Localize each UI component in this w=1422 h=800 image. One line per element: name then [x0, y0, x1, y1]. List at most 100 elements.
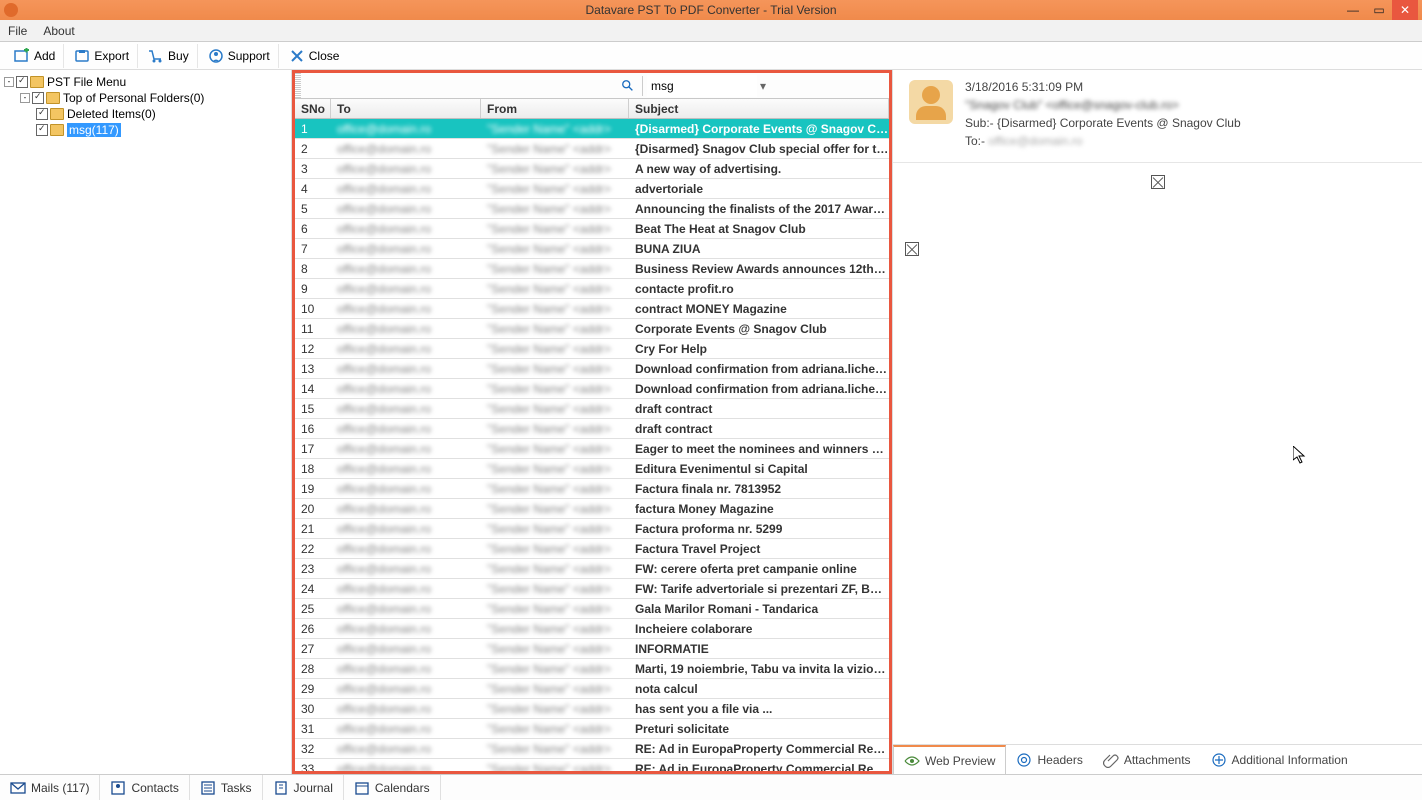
grid-header: SNo To From Subject — [295, 99, 889, 119]
tasks-icon — [200, 780, 216, 796]
folder-icon — [46, 92, 60, 104]
cell-subject: INFORMATIE — [629, 642, 889, 656]
cell-from: "Sender Name" <addr> — [481, 762, 629, 772]
collapse-icon[interactable]: - — [20, 93, 30, 103]
table-row[interactable]: 33office@domain.ro"Sender Name" <addr>RE… — [295, 759, 889, 771]
cell-sno: 2 — [295, 142, 331, 156]
table-row[interactable]: 5office@domain.ro"Sender Name" <addr>Ann… — [295, 199, 889, 219]
table-row[interactable]: 30office@domain.ro"Sender Name" <addr>ha… — [295, 699, 889, 719]
table-row[interactable]: 10office@domain.ro"Sender Name" <addr>co… — [295, 299, 889, 319]
cell-sno: 10 — [295, 302, 331, 316]
col-to[interactable]: To — [331, 99, 481, 118]
buy-icon — [148, 48, 164, 64]
export-button[interactable]: Export — [66, 44, 138, 68]
table-row[interactable]: 27office@domain.ro"Sender Name" <addr>IN… — [295, 639, 889, 659]
cell-subject: factura Money Magazine — [629, 502, 889, 516]
table-row[interactable]: 25office@domain.ro"Sender Name" <addr>Ga… — [295, 599, 889, 619]
menu-about[interactable]: About — [43, 24, 74, 38]
cell-sno: 20 — [295, 502, 331, 516]
cell-from: "Sender Name" <addr> — [481, 482, 629, 496]
btab-contacts[interactable]: Contacts — [100, 775, 189, 800]
grid-body[interactable]: 1office@domain.ro"Sender Name" <addr>{Di… — [295, 119, 889, 771]
minimize-button[interactable]: — — [1340, 0, 1366, 20]
calendar-icon — [354, 780, 370, 796]
cell-subject: Preturi solicitate — [629, 722, 889, 736]
table-row[interactable]: 15office@domain.ro"Sender Name" <addr>dr… — [295, 399, 889, 419]
cell-sno: 28 — [295, 662, 331, 676]
close-app-button[interactable]: Close — [281, 44, 348, 68]
table-row[interactable]: 23office@domain.ro"Sender Name" <addr>FW… — [295, 559, 889, 579]
cell-from: "Sender Name" <addr> — [481, 222, 629, 236]
cell-sno: 31 — [295, 722, 331, 736]
table-row[interactable]: 17office@domain.ro"Sender Name" <addr>Ea… — [295, 439, 889, 459]
table-row[interactable]: 21office@domain.ro"Sender Name" <addr>Fa… — [295, 519, 889, 539]
dropdown-icon[interactable]: ▾ — [757, 76, 769, 96]
table-row[interactable]: 28office@domain.ro"Sender Name" <addr>Ma… — [295, 659, 889, 679]
menu-file[interactable]: File — [8, 24, 27, 38]
cell-from: "Sender Name" <addr> — [481, 682, 629, 696]
table-row[interactable]: 11office@domain.ro"Sender Name" <addr>Co… — [295, 319, 889, 339]
cell-to: office@domain.ro — [331, 582, 481, 596]
table-row[interactable]: 13office@domain.ro"Sender Name" <addr>Do… — [295, 359, 889, 379]
table-row[interactable]: 6office@domain.ro"Sender Name" <addr>Bea… — [295, 219, 889, 239]
tab-headers[interactable]: Headers — [1006, 745, 1092, 774]
tree-top-folders[interactable]: - Top of Personal Folders(0) — [2, 90, 289, 106]
btab-calendars[interactable]: Calendars — [344, 775, 441, 800]
tab-additional-info[interactable]: Additional Information — [1201, 745, 1358, 774]
btab-journal[interactable]: Journal — [263, 775, 344, 800]
maximize-button[interactable]: ▭ — [1366, 0, 1392, 20]
tab-attachments[interactable]: Attachments — [1093, 745, 1201, 774]
checkbox-icon[interactable] — [36, 124, 48, 136]
table-row[interactable]: 9office@domain.ro"Sender Name" <addr>con… — [295, 279, 889, 299]
cell-sno: 6 — [295, 222, 331, 236]
table-row[interactable]: 3office@domain.ro"Sender Name" <addr>A n… — [295, 159, 889, 179]
table-row[interactable]: 16office@domain.ro"Sender Name" <addr>dr… — [295, 419, 889, 439]
table-row[interactable]: 22office@domain.ro"Sender Name" <addr>Fa… — [295, 539, 889, 559]
table-row[interactable]: 12office@domain.ro"Sender Name" <addr>Cr… — [295, 339, 889, 359]
table-row[interactable]: 24office@domain.ro"Sender Name" <addr>FW… — [295, 579, 889, 599]
table-row[interactable]: 4office@domain.ro"Sender Name" <addr>adv… — [295, 179, 889, 199]
add-button[interactable]: Add — [6, 44, 64, 68]
table-row[interactable]: 18office@domain.ro"Sender Name" <addr>Ed… — [295, 459, 889, 479]
btab-tasks[interactable]: Tasks — [190, 775, 263, 800]
tree-msg[interactable]: msg(117) — [2, 122, 289, 138]
collapse-icon[interactable]: - — [4, 77, 14, 87]
tree-deleted-items[interactable]: Deleted Items(0) — [2, 106, 289, 122]
preview-header: 3/18/2016 5:31:09 PM "Snagov Club" <offi… — [893, 70, 1422, 163]
btab-mails[interactable]: Mails (117) — [0, 775, 100, 800]
cell-to: office@domain.ro — [331, 162, 481, 176]
cell-to: office@domain.ro — [331, 682, 481, 696]
cell-from: "Sender Name" <addr> — [481, 582, 629, 596]
table-row[interactable]: 19office@domain.ro"Sender Name" <addr>Fa… — [295, 479, 889, 499]
search-input[interactable] — [647, 75, 757, 97]
cell-sno: 22 — [295, 542, 331, 556]
checkbox-icon[interactable] — [36, 108, 48, 120]
table-row[interactable]: 32office@domain.ro"Sender Name" <addr>RE… — [295, 739, 889, 759]
support-button[interactable]: Support — [200, 44, 279, 68]
cell-to: office@domain.ro — [331, 302, 481, 316]
table-row[interactable]: 14office@domain.ro"Sender Name" <addr>Do… — [295, 379, 889, 399]
cell-subject: {Disarmed} Snagov Club special offer for… — [629, 142, 889, 156]
cell-subject: FW: cerere oferta pret campanie online — [629, 562, 889, 576]
table-row[interactable]: 26office@domain.ro"Sender Name" <addr>In… — [295, 619, 889, 639]
cell-subject: Factura Travel Project — [629, 542, 889, 556]
checkbox-icon[interactable] — [32, 92, 44, 104]
preview-to: To:- office@domain.ro — [965, 134, 1406, 148]
tab-web-preview[interactable]: Web Preview — [893, 745, 1006, 774]
table-row[interactable]: 20office@domain.ro"Sender Name" <addr>fa… — [295, 499, 889, 519]
col-subject[interactable]: Subject — [629, 99, 889, 118]
table-row[interactable]: 31office@domain.ro"Sender Name" <addr>Pr… — [295, 719, 889, 739]
close-button[interactable]: ✕ — [1392, 0, 1418, 20]
table-row[interactable]: 29office@domain.ro"Sender Name" <addr>no… — [295, 679, 889, 699]
table-row[interactable]: 7office@domain.ro"Sender Name" <addr>BUN… — [295, 239, 889, 259]
table-row[interactable]: 8office@domain.ro"Sender Name" <addr>Bus… — [295, 259, 889, 279]
buy-button[interactable]: Buy — [140, 44, 198, 68]
table-row[interactable]: 2office@domain.ro"Sender Name" <addr>{Di… — [295, 139, 889, 159]
search-icon[interactable] — [618, 76, 638, 96]
col-from[interactable]: From — [481, 99, 629, 118]
checkbox-icon[interactable] — [16, 76, 28, 88]
preview-body[interactable] — [893, 163, 1422, 744]
table-row[interactable]: 1office@domain.ro"Sender Name" <addr>{Di… — [295, 119, 889, 139]
tree-root[interactable]: - PST File Menu — [2, 74, 289, 90]
col-sno[interactable]: SNo — [295, 99, 331, 118]
